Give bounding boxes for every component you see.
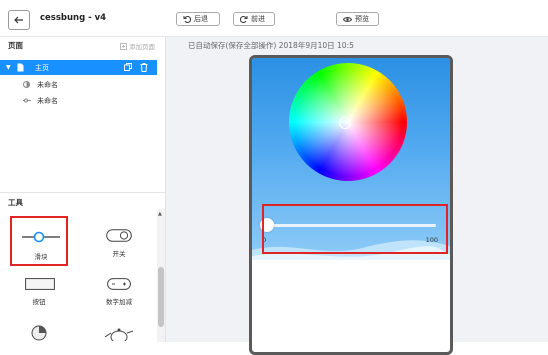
pages-title: 页面 bbox=[8, 41, 23, 50]
tools-scrollbar[interactable]: ▲ bbox=[157, 209, 165, 342]
page-item-unnamed-2[interactable]: 未命名 bbox=[0, 94, 157, 108]
slider-highlight-box bbox=[262, 204, 448, 254]
page-item-label: 未命名 bbox=[37, 81, 58, 89]
redo-label: 前进 bbox=[251, 15, 265, 23]
trash-icon[interactable] bbox=[140, 63, 148, 74]
pages-header: 页面 添加页面 bbox=[0, 37, 165, 53]
left-panel: 页面 添加页面 ▼ 主页 未命名 未命名 工具 滑块 开关 按钮 数字加减 ▲ bbox=[0, 37, 166, 342]
add-page-button[interactable]: 添加页面 bbox=[120, 41, 155, 51]
scroll-up-icon[interactable]: ▲ bbox=[158, 211, 162, 217]
preview-button[interactable]: 预览 bbox=[336, 12, 379, 26]
tool-label: 开关 bbox=[112, 250, 126, 258]
tool-teapot[interactable] bbox=[90, 315, 148, 342]
page-item-label: 主页 bbox=[35, 64, 49, 72]
panel-divider bbox=[0, 192, 165, 193]
autosave-status: 已自动保存(保存全部操作) 2018年9月10日 10:5 bbox=[188, 41, 354, 50]
page-item-home[interactable]: ▼ 主页 bbox=[0, 60, 157, 75]
redo-button[interactable]: 前进 bbox=[233, 12, 275, 26]
copy-icon[interactable] bbox=[124, 63, 132, 73]
slider-small-icon bbox=[23, 97, 31, 106]
color-wheel-knob[interactable] bbox=[339, 117, 351, 129]
page-item-label: 未命名 bbox=[37, 97, 58, 105]
tool-label: 按钮 bbox=[32, 298, 46, 306]
number-stepper-icon bbox=[107, 278, 131, 290]
half-circle-icon bbox=[23, 81, 30, 90]
preview-label: 预览 bbox=[355, 15, 369, 23]
tools-grid: 滑块 开关 按钮 数字加减 bbox=[0, 209, 157, 342]
tool-label: 数字加减 bbox=[106, 298, 132, 306]
undo-icon bbox=[183, 16, 191, 23]
button-icon bbox=[25, 278, 55, 290]
tool-pie-chart[interactable] bbox=[10, 315, 68, 342]
pie-chart-icon bbox=[31, 325, 47, 341]
document-icon bbox=[17, 63, 24, 74]
top-toolbar: cessbung - v4 后退 前进 预览 bbox=[0, 0, 548, 37]
slider-icon bbox=[22, 231, 60, 243]
add-page-label: 添加页面 bbox=[129, 43, 155, 51]
tool-slider[interactable]: 滑块 bbox=[10, 216, 68, 266]
redo-icon bbox=[240, 16, 248, 23]
caret-down-icon[interactable]: ▼ bbox=[6, 64, 11, 71]
tools-title: 工具 bbox=[8, 198, 23, 207]
arrow-left-icon bbox=[14, 16, 23, 24]
eye-icon bbox=[343, 16, 352, 22]
tool-button[interactable]: 按钮 bbox=[10, 265, 68, 315]
toggle-switch-icon bbox=[106, 229, 132, 242]
app-title: cessbung - v4 bbox=[40, 13, 107, 23]
scrollbar-thumb[interactable] bbox=[158, 267, 164, 327]
back-button[interactable] bbox=[8, 10, 30, 30]
teapot-icon bbox=[105, 328, 133, 341]
add-page-icon bbox=[120, 42, 127, 50]
undo-label: 后退 bbox=[194, 15, 208, 23]
undo-button[interactable]: 后退 bbox=[176, 12, 220, 26]
tool-number-stepper[interactable]: 数字加减 bbox=[90, 265, 148, 315]
tool-toggle-switch[interactable]: 开关 bbox=[90, 216, 148, 266]
page-item-unnamed-1[interactable]: 未命名 bbox=[0, 78, 157, 92]
canvas-area: 已自动保存(保存全部操作) 2018年9月10日 10:5 0 100 bbox=[166, 37, 548, 355]
tool-label: 滑块 bbox=[34, 253, 48, 261]
